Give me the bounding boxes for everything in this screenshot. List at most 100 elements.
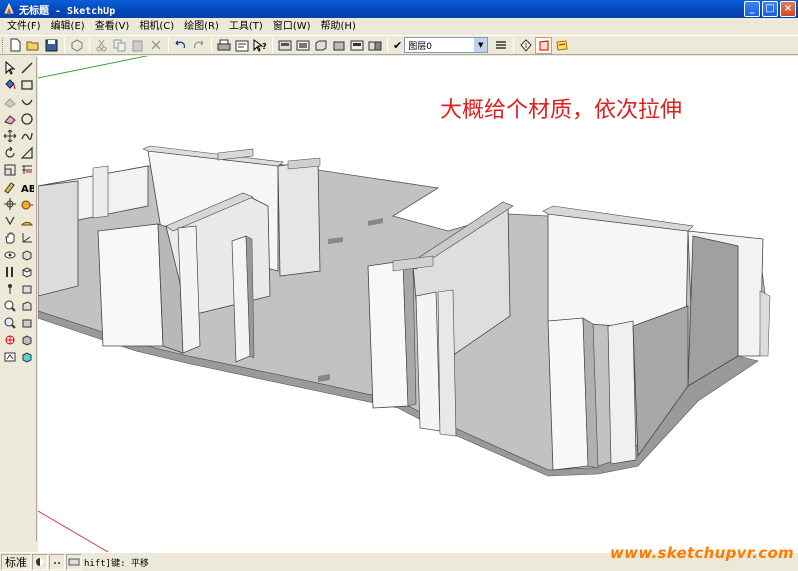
menu-edit[interactable]: 编辑(E) [46, 18, 90, 35]
credits-icon[interactable] [49, 554, 65, 570]
text-icon[interactable]: AB [18, 178, 35, 195]
close-button[interactable]: × [780, 1, 796, 17]
select-icon[interactable] [1, 59, 18, 76]
menu-draw[interactable]: 绘图(R) [179, 18, 224, 35]
polygon-icon[interactable] [18, 144, 35, 161]
menu-bar: 文件(F) 编辑(E) 查看(V) 相机(C) 绘图(R) 工具(T) 窗口(W… [0, 18, 798, 35]
wall-right-column-b [607, 320, 637, 465]
model-info-icon[interactable] [233, 37, 250, 54]
look-around-icon[interactable] [1, 263, 18, 280]
rectangle-icon[interactable] [18, 76, 35, 93]
watermark: www.sketchupvr.com [610, 544, 794, 562]
svg-text:AB: AB [21, 184, 34, 194]
arc-icon[interactable] [18, 93, 35, 110]
follow-me-icon[interactable] [1, 195, 18, 212]
rotate-icon[interactable] [1, 144, 18, 161]
undo-icon[interactable] [172, 37, 189, 54]
paste-icon[interactable] [129, 37, 146, 54]
open-folder-icon[interactable] [25, 37, 42, 54]
axes-icon[interactable] [18, 229, 35, 246]
orbit-icon[interactable] [1, 212, 18, 229]
left-toolbar-grid: AB [1, 59, 35, 365]
zoom-window-icon[interactable] [1, 314, 18, 331]
wall-center-front-b [437, 289, 457, 437]
green-axis-line [38, 56, 149, 79]
left-view-icon[interactable] [366, 37, 383, 54]
whats-this-icon[interactable]: ? [251, 37, 268, 54]
wall-right-of-block [277, 160, 321, 277]
bottom-view-icon[interactable] [18, 348, 35, 365]
layer-toolbar: ✔ 图层0 ▼ [393, 37, 489, 53]
wall-center-front [415, 291, 441, 432]
move-icon[interactable] [1, 127, 18, 144]
menu-help[interactable]: 帮助(H) [316, 18, 361, 35]
print-icon[interactable] [215, 37, 232, 54]
window-controls: _ □ × [744, 1, 796, 17]
pan-icon[interactable] [1, 229, 18, 246]
minimize-button[interactable]: _ [744, 1, 760, 17]
section-display-icon[interactable] [535, 36, 553, 54]
freehand-icon[interactable] [18, 127, 35, 144]
left-toolbar: AB [0, 57, 37, 541]
tape-measure-icon[interactable] [18, 195, 35, 212]
menu-view[interactable]: 查看(V) [90, 18, 135, 35]
model-scene [38, 56, 771, 552]
menu-tools[interactable]: 工具(T) [224, 18, 268, 35]
drawing-viewport[interactable]: 大概给个材质，依次拉伸 [38, 56, 798, 552]
push-pull-icon[interactable] [1, 178, 18, 195]
layer-select[interactable]: 图层0 ▼ [404, 37, 489, 53]
offset-icon[interactable] [18, 161, 35, 178]
make-component-icon[interactable] [1, 93, 18, 110]
front-view-icon[interactable] [312, 37, 329, 54]
iso-view-icon[interactable] [18, 246, 35, 263]
new-file-icon[interactable] [7, 37, 24, 54]
window-title: 无标题 - SketchUp [19, 5, 116, 17]
iso-view-icon[interactable] [276, 37, 293, 54]
top-view-icon[interactable] [18, 263, 35, 280]
copy-icon[interactable] [111, 37, 128, 54]
geo-location-icon[interactable] [32, 554, 48, 570]
menu-file[interactable]: 文件(F) [2, 18, 46, 35]
circle-icon[interactable] [18, 110, 35, 127]
menu-window[interactable]: 窗口(W) [268, 18, 316, 35]
scale-icon[interactable] [1, 161, 18, 178]
layer-manager-icon[interactable] [492, 37, 509, 54]
maximize-button[interactable]: □ [762, 1, 778, 17]
top-view-icon[interactable] [294, 37, 311, 54]
line-icon[interactable] [18, 59, 35, 76]
annotation-text: 大概给个材质，依次拉伸 [440, 98, 683, 123]
front-view-icon[interactable] [18, 280, 35, 297]
wall-right-column-a [547, 317, 589, 471]
make-component-icon[interactable] [68, 37, 85, 54]
instructor-icon[interactable] [66, 554, 82, 570]
right-view-icon[interactable] [330, 37, 347, 54]
menu-camera[interactable]: 相机(C) [134, 18, 179, 35]
wall-left-edge [38, 180, 79, 297]
protractor-icon[interactable] [18, 212, 35, 229]
toolbar-separator [168, 37, 169, 53]
section-plane-icon[interactable] [517, 37, 534, 54]
paint-bucket-icon[interactable] [1, 76, 18, 93]
standard-view-label[interactable]: 标准 [1, 554, 31, 570]
zoom-icon[interactable] [1, 297, 18, 314]
previous-view-icon[interactable] [1, 348, 18, 365]
eraser-icon[interactable] [1, 110, 18, 127]
back-view-icon[interactable] [18, 314, 35, 331]
position-camera-icon[interactable] [1, 280, 18, 297]
zoom-extents-icon[interactable] [1, 331, 18, 348]
section-cut-icon[interactable] [553, 37, 570, 54]
wall-column-1 [92, 165, 109, 219]
save-icon[interactable] [43, 37, 60, 54]
back-view-icon[interactable] [348, 37, 365, 54]
toolbar-grip[interactable] [2, 37, 5, 53]
walk-icon[interactable] [1, 246, 18, 263]
redo-icon[interactable] [190, 37, 207, 54]
chevron-down-icon[interactable]: ▼ [474, 38, 488, 52]
erase-icon[interactable] [147, 37, 164, 54]
layer-current-check[interactable]: ✔ [393, 39, 402, 52]
wall-right-edge-strip [759, 290, 771, 357]
cut-icon[interactable] [93, 37, 110, 54]
right-view-icon[interactable] [18, 297, 35, 314]
left-view-icon[interactable] [18, 331, 35, 348]
sketchup-app-icon[interactable] [3, 3, 15, 15]
